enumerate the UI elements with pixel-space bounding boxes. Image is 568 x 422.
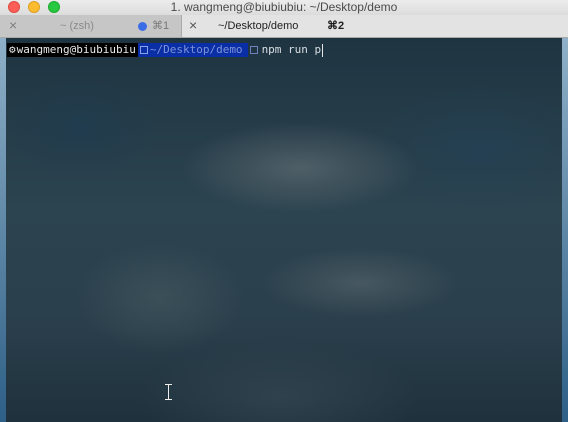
prompt-directory: ~/Desktop/demo [149,43,243,56]
text-cursor [322,43,324,57]
window-title: 1. wangmeng@biubiubiu: ~/Desktop/demo [170,0,398,14]
tab-zsh[interactable]: × ~ (zsh) ⌘1 [0,15,182,37]
activity-dot-icon [138,22,147,31]
prompt-symbol-icon [249,46,258,54]
prompt-user-segment: ⚙ wangmeng@biubiubiu [7,43,138,57]
tab-shortcut: ⌘1 [152,20,170,32]
tab-label: ~ (zsh) [60,20,94,32]
close-icon[interactable]: × [9,18,17,33]
prompt-line: ⚙ wangmeng@biubiubiu ~/Desktop/demo npm … [7,43,324,57]
tab-label: ~/Desktop/demo [218,20,299,32]
terminal-area[interactable]: ⚙ wangmeng@biubiubiu ~/Desktop/demo npm … [0,38,568,422]
ibeam-cursor-icon [164,384,173,400]
command-input[interactable]: npm run p [262,43,322,57]
tab-bar: × ~ (zsh) ⌘1 × ~/Desktop/demo ⌘2 [0,15,568,38]
prompt-directory-segment: ~/Desktop/demo [137,43,248,57]
terminal-window: 1. wangmeng@biubiubiu: ~/Desktop/demo × … [0,0,568,422]
prompt-user-host: wangmeng@biubiubiu [16,43,136,56]
title-bar: 1. wangmeng@biubiubiu: ~/Desktop/demo [0,0,568,15]
window-edge-left [0,38,6,422]
window-edge-right [562,38,568,422]
close-icon[interactable]: × [189,18,197,33]
folder-icon [139,46,148,54]
tab-shortcut: ⌘2 [327,20,345,32]
gear-icon: ⚙ [9,43,16,56]
tab-desktop-demo[interactable]: × ~/Desktop/demo ⌘2 [182,15,568,37]
